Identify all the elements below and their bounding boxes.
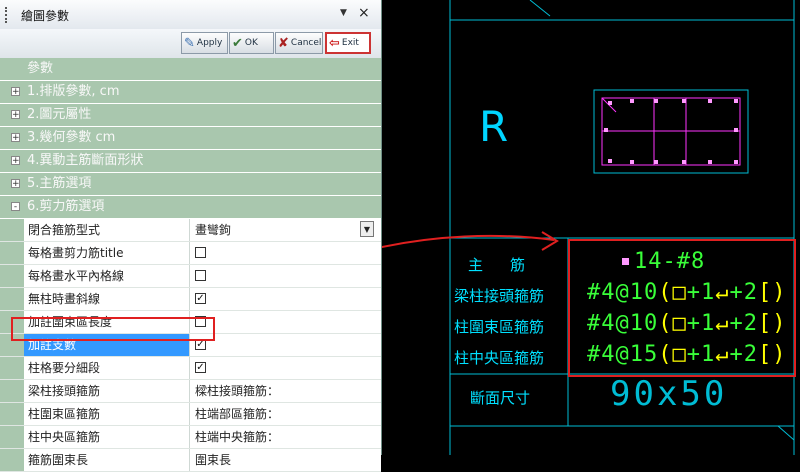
group-label: 3.幾何參數 cm bbox=[27, 130, 116, 145]
section-letter: R bbox=[479, 102, 509, 151]
property-name: 每格畫水平內格線 bbox=[24, 265, 190, 287]
hook-icon: ↵ bbox=[715, 342, 730, 367]
drag-grip-icon[interactable] bbox=[5, 7, 10, 23]
exit-button[interactable]: ⇦ Exit bbox=[325, 32, 371, 54]
group-geometry[interactable]: +3.幾何參數 cm bbox=[0, 127, 381, 150]
expand-icon[interactable]: + bbox=[11, 156, 20, 166]
main-rebar-value: 14-#8 bbox=[634, 249, 706, 274]
cancel-label: Cancel bbox=[290, 38, 322, 48]
property-name: 每格畫剪力筋title bbox=[24, 242, 190, 264]
row-value: #4@10(□+1↵+2[) bbox=[587, 280, 787, 305]
group-layout[interactable]: +1.排版參數, cm bbox=[0, 81, 381, 104]
row-value: #4@15(□+1↵+2[) bbox=[587, 342, 787, 367]
expand-icon[interactable]: + bbox=[11, 179, 20, 189]
expand-icon[interactable]: + bbox=[11, 133, 20, 143]
section-size-label: 斷面尺寸 bbox=[470, 389, 531, 407]
property-name: 無柱時畫斜線 bbox=[24, 288, 190, 310]
property-value[interactable]: 柱端部區箍筋： bbox=[191, 403, 376, 425]
row-label: 柱中央區箍筋 bbox=[454, 349, 545, 367]
cancel-button[interactable]: ✘ Cancel bbox=[275, 32, 323, 54]
collapse-icon[interactable]: - bbox=[11, 202, 20, 212]
ok-button[interactable]: ✔ OK bbox=[229, 32, 274, 54]
grid-header-label: 參數 bbox=[27, 61, 54, 76]
apply-label: Apply bbox=[196, 38, 223, 48]
property-row[interactable]: 柱格要分細段 ✓ bbox=[0, 357, 381, 380]
row-label: 梁柱接頭箍筋 bbox=[454, 287, 545, 305]
row-label: 柱圍束區箍筋 bbox=[454, 318, 545, 336]
property-row[interactable]: 柱圍束區箍筋 柱端部區箍筋： bbox=[0, 403, 381, 426]
group-label: 4.異動主筋斷面形狀 bbox=[27, 153, 144, 168]
property-name: 柱格要分細段 bbox=[24, 357, 190, 379]
grid-header: 參數 bbox=[0, 58, 381, 81]
apply-button[interactable]: ✎ Apply bbox=[181, 32, 228, 54]
check-icon: ✔ bbox=[232, 35, 243, 51]
property-name: 柱圍束區箍筋 bbox=[24, 403, 190, 425]
property-value[interactable]: 柱端中央箍筋： bbox=[191, 426, 376, 448]
property-row[interactable]: 每格畫水平內格線 bbox=[0, 265, 381, 288]
section-size-value: 90x50 bbox=[610, 374, 728, 414]
checkbox[interactable] bbox=[195, 247, 206, 258]
panel-title: 繪圖參數 bbox=[21, 9, 70, 23]
expand-icon[interactable]: + bbox=[11, 87, 20, 97]
chevron-down-icon[interactable]: ▼ bbox=[360, 221, 374, 237]
property-name: 閉合箍筋型式 bbox=[24, 219, 190, 241]
bracket-icon: (□ bbox=[658, 342, 687, 367]
hook-icon: ↵ bbox=[715, 311, 730, 336]
property-row[interactable]: 梁柱接頭箍筋 樑柱接頭箍筋： bbox=[0, 380, 381, 403]
main-rebar-label: 主 筋 bbox=[468, 256, 532, 274]
group-attributes[interactable]: +2.圖元屬性 bbox=[0, 104, 381, 127]
panel-title-bar: 繪圖參數 ▼ × bbox=[0, 0, 381, 30]
property-row[interactable]: 每格畫剪力筋title bbox=[0, 242, 381, 265]
property-value[interactable]: 樑柱接頭箍筋： bbox=[191, 380, 376, 402]
property-name: 梁柱接頭箍筋 bbox=[24, 380, 190, 402]
group-label: 2.圖元屬性 bbox=[27, 107, 92, 122]
bracket-icon: (□ bbox=[658, 280, 687, 305]
property-name: 箍筋圍束長 bbox=[24, 449, 190, 471]
property-value: 畫彎鉤 bbox=[195, 223, 232, 237]
checkbox[interactable] bbox=[195, 270, 206, 281]
property-name: 柱中央區箍筋 bbox=[24, 426, 190, 448]
property-row[interactable]: 柱中央區箍筋 柱端中央箍筋： bbox=[0, 426, 381, 449]
expand-icon[interactable]: + bbox=[11, 110, 20, 120]
checkbox-checked[interactable]: ✓ bbox=[195, 362, 206, 373]
row-value: #4@10(□+1↵+2[) bbox=[587, 311, 787, 336]
property-row[interactable]: 無柱時畫斜線 ✓ bbox=[0, 288, 381, 311]
ok-label: OK bbox=[244, 38, 258, 48]
bracket-icon: (□ bbox=[658, 311, 687, 336]
hook-icon: ↵ bbox=[715, 280, 730, 305]
bracket-close-icon: [) bbox=[757, 280, 787, 305]
parameter-panel: 繪圖參數 ▼ × ✎ Apply ✔ OK ✘ Cancel ⇦ Exit 參數 +1.… bbox=[0, 0, 382, 472]
cross-icon: ✘ bbox=[278, 35, 289, 51]
group-label: 5.主筋選項 bbox=[27, 176, 92, 191]
group-shear-rebar[interactable]: -6.剪力筋選項 bbox=[0, 196, 381, 219]
cad-drawing-area[interactable]: R 主 筋 14-#8 梁柱接頭箍筋 #4@10(□+1↵+2[) 柱圍束區箍筋… bbox=[382, 0, 800, 455]
group-label: 6.剪力筋選項 bbox=[27, 199, 105, 214]
checkbox-checked[interactable]: ✓ bbox=[195, 293, 206, 304]
highlight-box bbox=[11, 317, 215, 341]
property-row[interactable]: 箍筋圍束長 圍束長 bbox=[0, 449, 381, 472]
group-label: 1.排版參數, cm bbox=[27, 84, 120, 99]
property-row[interactable]: 閉合箍筋型式 畫彎鉤 ▼ bbox=[0, 219, 381, 242]
property-grid: 參數 +1.排版參數, cm +2.圖元屬性 +3.幾何參數 cm +4.異動主… bbox=[0, 58, 381, 472]
group-main-rebar[interactable]: +5.主筋選項 bbox=[0, 173, 381, 196]
hoop-type-select[interactable]: 畫彎鉤 ▼ bbox=[191, 219, 376, 241]
bracket-close-icon: [) bbox=[757, 311, 787, 336]
apply-icon: ✎ bbox=[184, 35, 195, 51]
cad-lines bbox=[382, 0, 796, 455]
toolbar: ✎ Apply ✔ OK ✘ Cancel ⇦ Exit bbox=[0, 29, 381, 58]
exit-arrow-icon: ⇦ bbox=[329, 35, 340, 51]
close-icon[interactable]: × bbox=[358, 5, 370, 21]
dropdown-arrow-icon[interactable]: ▼ bbox=[340, 8, 347, 18]
exit-label: Exit bbox=[341, 38, 359, 48]
bracket-close-icon: [) bbox=[757, 342, 787, 367]
group-rebar-shape[interactable]: +4.異動主筋斷面形狀 bbox=[0, 150, 381, 173]
property-value[interactable]: 圍束長 bbox=[191, 449, 376, 471]
